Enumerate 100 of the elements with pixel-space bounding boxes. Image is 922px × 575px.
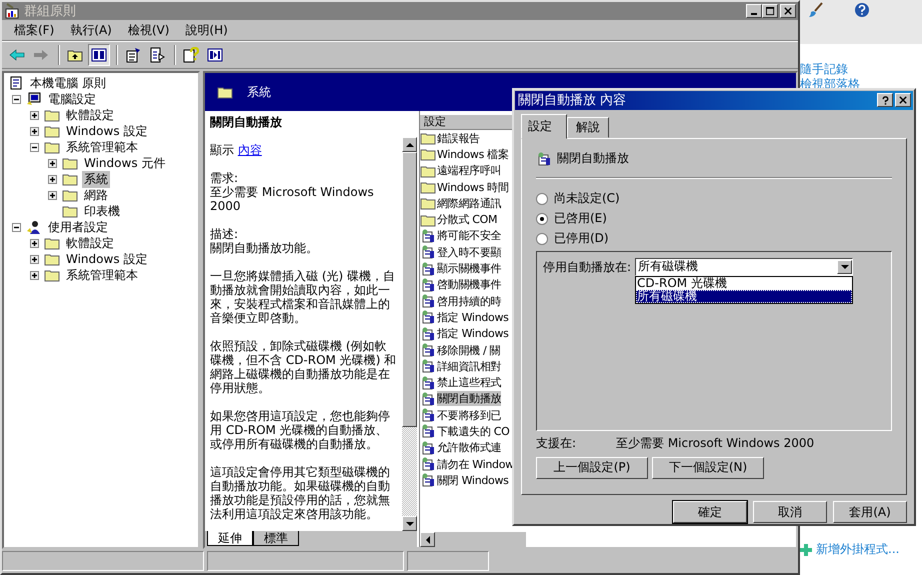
radio-option[interactable]: 尚未設定(C)	[536, 188, 620, 209]
setting-icon	[420, 326, 436, 341]
dropdown-label: 停用自動播放在:	[543, 258, 632, 276]
list-item[interactable]: Windows 檔案	[437, 146, 509, 162]
navigation-button[interactable]: 下一個設定(N)	[652, 456, 764, 479]
side-link[interactable]: 隨手記錄	[800, 62, 922, 77]
expand-icon[interactable]	[48, 174, 57, 184]
list-item[interactable]: 請勿在 Window	[437, 456, 514, 472]
expand-icon[interactable]	[48, 190, 57, 200]
view-tab[interactable]: 延伸	[207, 531, 253, 546]
up-arrow-icon[interactable]	[406, 140, 414, 148]
dropdown-option[interactable]: 所有磁碟機	[636, 290, 852, 303]
menu-item[interactable]: 說明(H)	[179, 22, 238, 38]
tree-item[interactable]: 系統管理範本	[64, 266, 140, 284]
dialog-tab[interactable]: 設定	[521, 114, 567, 139]
list-item[interactable]: 指定 Windows	[437, 310, 509, 325]
radio-button[interactable]	[536, 192, 548, 205]
radio-option[interactable]: 已停用(D)	[536, 228, 609, 249]
expand-icon[interactable]	[30, 126, 39, 136]
list-item[interactable]: 下載遺失的 CO	[437, 424, 510, 439]
menu-item[interactable]: 檔案(F)	[8, 22, 64, 38]
close-button[interactable]	[780, 4, 796, 18]
brush-icon[interactable]	[808, 2, 824, 18]
minimize-button[interactable]	[746, 4, 762, 18]
expand-icon[interactable]	[48, 158, 57, 168]
list-item[interactable]: 錯誤報告	[437, 130, 480, 146]
expand-icon[interactable]	[30, 254, 39, 264]
radio-button[interactable]	[536, 212, 548, 225]
tree-item[interactable]: 網路	[82, 186, 110, 204]
list-item[interactable]: 移除開機 / 關	[437, 342, 500, 358]
pane-icon	[207, 47, 223, 63]
down-arrow-icon[interactable]	[406, 520, 414, 528]
dialog-button[interactable]: 套用(A)	[833, 501, 907, 523]
list-item[interactable]: 啓動關機事件	[437, 277, 502, 292]
list-item[interactable]: 關閉 Windows	[437, 472, 509, 488]
close-icon	[784, 6, 792, 16]
app-icon	[4, 3, 20, 19]
scrollbar[interactable]	[420, 532, 526, 547]
radio-option[interactable]: 已啓用(E)	[536, 208, 607, 229]
description-paragraph: 一旦您將媒體插入磁 (光) 碟機，自動播放就會開始讀取內容，如此一來，安裝程式檔案和音訊媒體上的音樂便立即啓動。	[210, 269, 396, 325]
view-tab[interactable]: 標準	[253, 531, 299, 546]
collapse-icon[interactable]	[30, 142, 39, 152]
list-item[interactable]: 顯示關機事件	[437, 261, 502, 276]
collapse-icon[interactable]	[12, 222, 21, 232]
scrollbar-thumb[interactable]	[402, 152, 417, 427]
tree-item[interactable]: 印表機	[82, 202, 122, 220]
description-paragraph: 依照預設，卸除式磁碟機 (例如軟碟機，但不含 CD-ROM 光碟機) 和網路上磁碟機的自動播放功能是在停用狀態。	[210, 339, 398, 395]
list-item[interactable]: 禁止這些程式	[437, 375, 502, 390]
dialog-button[interactable]: 確定	[673, 501, 747, 523]
maximize-button[interactable]	[762, 4, 778, 18]
expand-icon[interactable]	[30, 238, 39, 248]
list-item[interactable]: 網際網路通訊	[437, 196, 502, 211]
tree-item[interactable]: 電腦設定	[46, 90, 98, 108]
tree-item[interactable]: 系統	[82, 170, 110, 188]
close-button[interactable]	[895, 93, 911, 108]
expand-icon[interactable]	[30, 110, 39, 120]
drive-dropdown[interactable]: 所有磁碟機	[635, 258, 854, 276]
folder-icon	[62, 172, 78, 186]
navigation-button[interactable]: 上一個設定(P)	[536, 456, 648, 479]
folder-icon	[44, 140, 60, 154]
dropdown-option[interactable]: CD-ROM 光碟機	[636, 276, 852, 290]
dialog-button[interactable]: 取消	[753, 501, 827, 523]
dialog-title: 關閉自動播放 內容	[518, 92, 628, 110]
dialog-tab[interactable]: 解說	[567, 116, 609, 138]
setting-icon	[420, 457, 436, 472]
menu-item[interactable]: 檢視(V)	[122, 22, 180, 38]
folder-icon	[44, 252, 60, 266]
menu-item[interactable]: 執行(A)	[64, 22, 122, 38]
list-item[interactable]: 允許散佈式連	[437, 440, 502, 456]
list-item[interactable]: 遠端程序呼叫	[437, 163, 502, 178]
tree-item[interactable]: 系統管理範本	[64, 138, 140, 156]
left-arrow-icon[interactable]	[424, 536, 432, 544]
add-plugin-link[interactable]: 新增外掛程式...	[816, 542, 900, 557]
list-item[interactable]: 登入時不要顯	[437, 244, 502, 260]
list-item[interactable]: 不要將移到已	[437, 408, 502, 423]
setting-icon	[420, 359, 436, 374]
user-icon	[26, 220, 42, 234]
collapse-icon[interactable]	[12, 94, 21, 104]
tree-item[interactable]: 軟體設定	[64, 234, 116, 252]
list-item[interactable]: 分散式 COM	[437, 212, 498, 228]
toolbar-button[interactable]	[88, 44, 110, 66]
expand-icon[interactable]	[30, 270, 39, 280]
tree-item[interactable]: Windows 元件	[82, 154, 168, 172]
tree-item[interactable]: 使用者設定	[46, 218, 110, 236]
list-item[interactable]: Windows 時間	[437, 180, 509, 195]
list-item[interactable]: 指定 Windows	[437, 326, 509, 342]
list-item[interactable]: 詳細資訊相對	[437, 358, 502, 374]
help-button[interactable]	[877, 93, 893, 108]
list-item[interactable]: 將可能不安全	[437, 228, 502, 244]
tree-item[interactable]: Windows 設定	[64, 122, 150, 140]
tree-item[interactable]: 本機電腦 原則	[28, 74, 108, 92]
list-item[interactable]: 啓用持續的時	[437, 294, 502, 309]
setting-icon	[420, 228, 436, 243]
description-paragraph: 這項設定會停用其它類型磁碟機的自動播放功能。如果磁碟機的自動播放功能是預設停用的話，您就無法利用這項設定來啓用該功能。	[210, 465, 391, 521]
tree-item[interactable]: Windows 設定	[64, 250, 150, 268]
list-item[interactable]: 關閉自動播放	[437, 391, 502, 406]
properties-link[interactable]: 內容	[238, 143, 262, 157]
tree-item[interactable]: 軟體設定	[64, 106, 116, 124]
help-icon[interactable]	[854, 2, 870, 18]
radio-button[interactable]	[536, 232, 548, 245]
